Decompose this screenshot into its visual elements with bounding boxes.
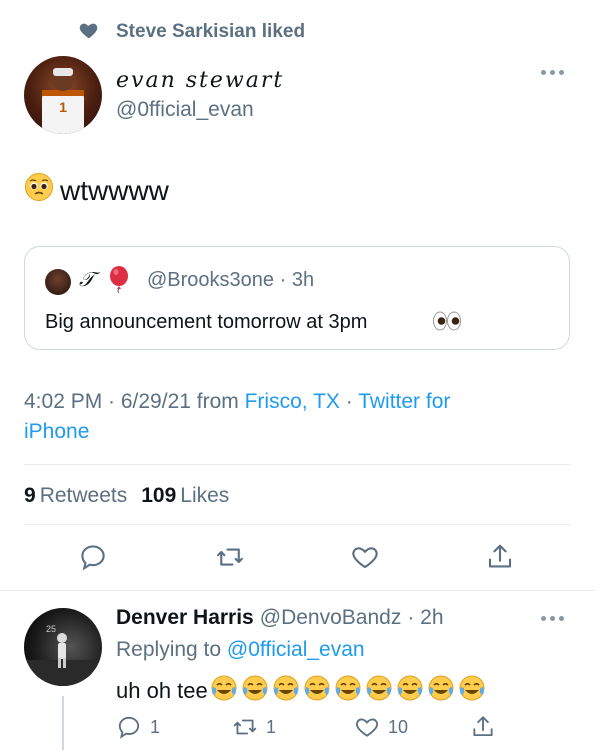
engagement-stats: 9 Retweets 109 Likes <box>24 484 229 508</box>
divider <box>0 590 595 591</box>
likes-label[interactable]: Likes <box>180 484 229 508</box>
tears-of-joy-icon <box>334 674 362 708</box>
author-name[interactable]: evan stewart <box>116 68 284 93</box>
share-icon <box>473 716 493 737</box>
source-link-continued[interactable]: iPhone <box>24 420 89 444</box>
joy-emoji-row <box>210 674 486 708</box>
tears-of-joy-icon <box>427 674 455 708</box>
share-icon <box>488 544 512 568</box>
retweet-icon <box>217 548 243 566</box>
quoted-text: Big announcement tomorrow at 3pm <box>45 311 368 333</box>
quoted-avatar[interactable] <box>45 269 71 295</box>
reply-time[interactable]: · 2h <box>407 606 443 630</box>
reply-reply-count: 1 <box>150 716 161 737</box>
reply-author-name[interactable]: Denver Harris <box>116 606 254 630</box>
tweet-meta: 4:02 PM · 6/29/21 from Frisco, TX · Twit… <box>24 390 450 414</box>
likes-count[interactable]: 109 <box>141 484 176 508</box>
replying-to-prefix: Replying to <box>116 638 227 661</box>
tweet-text: wtwwww <box>60 174 169 206</box>
eyes-icon <box>432 309 462 338</box>
more-options-icon[interactable] <box>541 70 564 75</box>
tears-of-joy-icon <box>303 674 331 708</box>
tears-of-joy-icon <box>241 674 269 708</box>
share-button[interactable] <box>483 540 517 574</box>
reply-retweet-button[interactable]: 1 <box>232 714 276 740</box>
social-context[interactable]: Steve Sarkisian liked <box>78 18 305 46</box>
thread-line <box>62 696 64 750</box>
liked-by-text: Steve Sarkisian liked <box>116 21 306 42</box>
reply-reply-button[interactable]: 1 <box>116 714 160 740</box>
divider <box>24 524 571 525</box>
author-avatar[interactable]: 1 <box>24 56 102 134</box>
svg-text:1: 1 <box>59 99 67 115</box>
replying-to-link[interactable]: @0fficial_evan <box>227 638 365 661</box>
reply-author-handle[interactable]: @DenvoBandz <box>260 606 402 630</box>
tears-of-joy-icon <box>396 674 424 708</box>
tears-of-joy-icon <box>365 674 393 708</box>
reply-like-button[interactable]: 10 <box>354 714 408 740</box>
reply-header: Denver Harris @DenvoBandz · 2h <box>116 606 444 630</box>
meta-separator: · <box>339 390 359 413</box>
quoted-handle-time[interactable]: @Brooks3one · 3h <box>147 269 314 292</box>
source-link[interactable]: Twitter for <box>358 390 450 413</box>
heart-outline-icon <box>356 718 378 737</box>
divider <box>24 464 571 465</box>
reply-like-count: 10 <box>388 716 409 737</box>
more-options-icon[interactable] <box>541 616 564 621</box>
retweets-label[interactable]: Retweets <box>40 484 128 508</box>
reply-icon <box>81 545 105 571</box>
reply-retweet-count: 1 <box>266 716 277 737</box>
reply-text-row: uh oh tee <box>116 674 486 708</box>
reply-text: uh oh tee <box>116 678 208 703</box>
like-button[interactable] <box>348 540 382 574</box>
heart-icon <box>78 19 100 46</box>
retweets-count[interactable]: 9 <box>24 484 36 508</box>
tears-of-joy-icon <box>458 674 486 708</box>
retweet-button[interactable] <box>213 540 247 574</box>
reply-share-button[interactable] <box>470 714 496 740</box>
retweet-icon <box>233 719 257 735</box>
reply-button[interactable] <box>76 540 110 574</box>
reply-author-avatar[interactable]: 25 <box>24 608 102 686</box>
quoted-name[interactable]: 𝒯 <box>79 267 94 291</box>
pleading-face-icon <box>24 172 54 209</box>
balloon-icon <box>107 265 131 298</box>
author-handle[interactable]: @0fficial_evan <box>116 98 254 122</box>
svg-text:25: 25 <box>46 624 56 634</box>
location-link[interactable]: Frisco, TX <box>245 390 340 413</box>
replying-to: Replying to @0fficial_evan <box>116 638 365 662</box>
tears-of-joy-icon <box>272 674 300 708</box>
reply-icon <box>118 716 140 739</box>
tears-of-joy-icon <box>210 674 238 708</box>
quoted-tweet-card[interactable]: 𝒯 @Brooks3one · 3h Big announcement tomo… <box>24 246 570 350</box>
heart-outline-icon <box>352 547 378 569</box>
tweet-timestamp[interactable]: 4:02 PM · 6/29/21 from <box>24 390 245 413</box>
tweet-text-row: wtwwww <box>24 172 169 209</box>
